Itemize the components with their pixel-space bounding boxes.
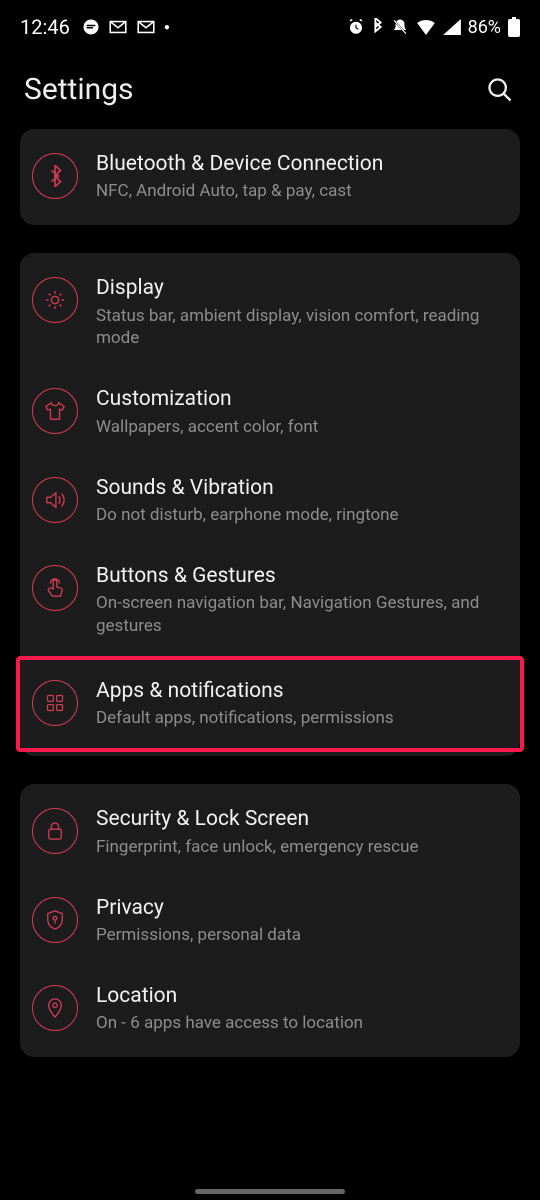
row-customization[interactable]: Customization Wallpapers, accent color, … bbox=[20, 368, 520, 456]
app-header: Settings bbox=[0, 50, 540, 129]
row-text: Security & Lock Screen Fingerprint, face… bbox=[96, 806, 500, 858]
row-subtitle: On-screen navigation bar, Navigation Ges… bbox=[96, 592, 500, 638]
page-title: Settings bbox=[24, 72, 134, 107]
status-time: 12:46 bbox=[20, 15, 70, 39]
mute-icon bbox=[391, 18, 409, 36]
row-privacy[interactable]: Privacy Permissions, personal data bbox=[20, 877, 520, 965]
settings-card: Display Status bar, ambient display, vis… bbox=[20, 253, 520, 756]
row-title: Privacy bbox=[96, 895, 500, 922]
row-subtitle: On - 6 apps have access to location bbox=[96, 1012, 500, 1035]
row-subtitle: Default apps, notifications, permissions bbox=[96, 707, 500, 730]
row-text: Location On - 6 apps have access to loca… bbox=[96, 983, 500, 1035]
status-left: 12:46 ● bbox=[20, 15, 170, 39]
brightness-icon bbox=[32, 277, 78, 323]
row-subtitle: Wallpapers, accent color, font bbox=[96, 416, 500, 439]
apps-icon bbox=[32, 680, 78, 726]
alarm-icon bbox=[347, 18, 365, 36]
row-title: Bluetooth & Device Connection bbox=[96, 151, 500, 178]
row-text: Display Status bar, ambient display, vis… bbox=[96, 275, 500, 350]
row-subtitle: Do not disturb, earphone mode, ringtone bbox=[96, 504, 500, 527]
row-text: Bluetooth & Device Connection NFC, Andro… bbox=[96, 151, 500, 203]
row-title: Security & Lock Screen bbox=[96, 806, 500, 833]
message-icon bbox=[82, 18, 100, 36]
row-title: Location bbox=[96, 983, 500, 1010]
row-bluetooth[interactable]: Bluetooth & Device Connection NFC, Andro… bbox=[20, 133, 520, 221]
settings-card: Security & Lock Screen Fingerprint, face… bbox=[20, 784, 520, 1057]
status-bar: 12:46 ● 86% bbox=[0, 0, 540, 50]
row-security[interactable]: Security & Lock Screen Fingerprint, face… bbox=[20, 788, 520, 876]
dot-icon: ● bbox=[164, 22, 170, 33]
settings-scroll[interactable]: Bluetooth & Device Connection NFC, Andro… bbox=[0, 129, 540, 1057]
search-button[interactable] bbox=[484, 74, 516, 106]
row-title: Display bbox=[96, 275, 500, 302]
row-apps-notifications[interactable]: Apps & notifications Default apps, notif… bbox=[20, 660, 520, 748]
lock-icon bbox=[32, 808, 78, 854]
speaker-icon bbox=[32, 477, 78, 523]
row-title: Apps & notifications bbox=[96, 678, 500, 705]
row-subtitle: Permissions, personal data bbox=[96, 924, 500, 947]
settings-card: Bluetooth & Device Connection NFC, Andro… bbox=[20, 129, 520, 225]
row-title: Sounds & Vibration bbox=[96, 475, 500, 502]
row-subtitle: NFC, Android Auto, tap & pay, cast bbox=[96, 180, 500, 203]
location-icon bbox=[32, 985, 78, 1031]
signal-icon bbox=[443, 19, 461, 35]
gmail-icon bbox=[108, 20, 128, 34]
gmail-icon bbox=[136, 20, 156, 34]
row-buttons-gestures[interactable]: Buttons & Gestures On-screen navigation … bbox=[20, 545, 520, 656]
wifi-icon bbox=[416, 19, 436, 35]
row-subtitle: Fingerprint, face unlock, emergency resc… bbox=[96, 836, 500, 859]
battery-percent: 86% bbox=[468, 17, 501, 38]
row-text: Apps & notifications Default apps, notif… bbox=[96, 678, 500, 730]
shield-icon bbox=[32, 897, 78, 943]
row-text: Sounds & Vibration Do not disturb, earph… bbox=[96, 475, 500, 527]
row-display[interactable]: Display Status bar, ambient display, vis… bbox=[20, 257, 520, 368]
row-location[interactable]: Location On - 6 apps have access to loca… bbox=[20, 965, 520, 1053]
row-text: Customization Wallpapers, accent color, … bbox=[96, 386, 500, 438]
shirt-icon bbox=[32, 388, 78, 434]
highlight-apps-notifications: Apps & notifications Default apps, notif… bbox=[16, 656, 524, 752]
touch-icon bbox=[32, 565, 78, 611]
row-subtitle: Status bar, ambient display, vision comf… bbox=[96, 305, 500, 351]
row-title: Customization bbox=[96, 386, 500, 413]
row-text: Buttons & Gestures On-screen navigation … bbox=[96, 563, 500, 638]
gesture-bar[interactable] bbox=[195, 1189, 345, 1194]
row-text: Privacy Permissions, personal data bbox=[96, 895, 500, 947]
row-sounds[interactable]: Sounds & Vibration Do not disturb, earph… bbox=[20, 457, 520, 545]
status-right: 86% bbox=[347, 17, 520, 38]
bluetooth-icon bbox=[372, 18, 384, 36]
battery-icon bbox=[508, 17, 520, 37]
row-title: Buttons & Gestures bbox=[96, 563, 500, 590]
bluetooth-icon bbox=[32, 153, 78, 199]
